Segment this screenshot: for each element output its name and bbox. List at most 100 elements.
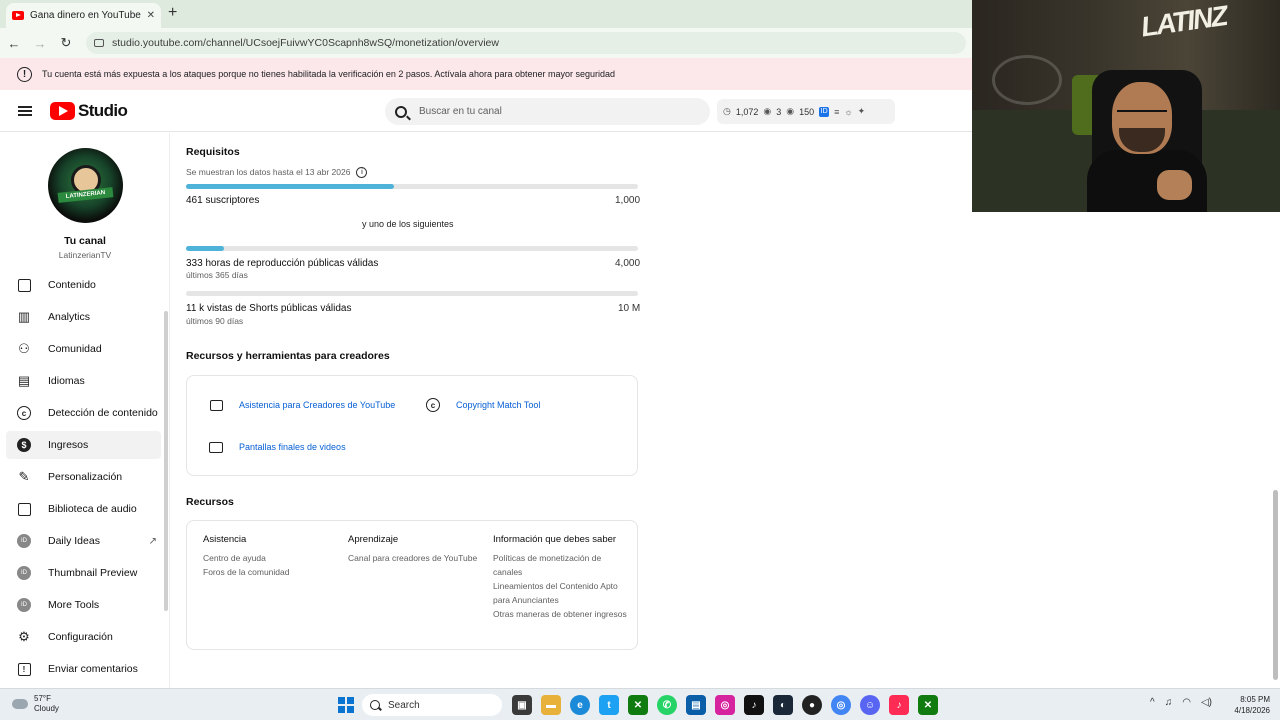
help-center-link[interactable]: Centro de ayuda <box>203 551 333 565</box>
youtube-favicon-icon <box>12 11 24 20</box>
close-tab-icon[interactable]: ✕ <box>147 10 155 21</box>
start-button[interactable] <box>338 697 354 713</box>
clock-time: 8:05 PM <box>1240 695 1270 704</box>
sidebar-item-label: Contenido <box>48 279 96 291</box>
file-explorer-icon[interactable]: ▬ <box>541 695 561 715</box>
creators-channel-link[interactable]: Canal para creadores de YouTube <box>348 551 488 565</box>
wifi-icon[interactable]: ◠ <box>1182 697 1191 708</box>
sidebar-item-label: Biblioteca de audio <box>48 503 137 515</box>
obs-icon[interactable]: ● <box>802 695 822 715</box>
clock-date: 4/18/2026 <box>1234 706 1270 715</box>
sidebar-item-analytics[interactable]: ▥ Analytics <box>6 303 161 331</box>
weather-widget[interactable]: 57°F Cloudy <box>12 694 59 714</box>
copyright-match-link[interactable]: c Copyright Match Tool <box>426 398 540 412</box>
shorts-label: 11 k vistas de Shorts públicas válidas <box>186 303 352 314</box>
feedback-icon: ! <box>16 661 32 677</box>
eye-icon: ◉ <box>786 106 795 116</box>
sidebar-item-thumbnail-preview[interactable]: ID Thumbnail Preview <box>6 559 161 587</box>
alert-text[interactable]: Tu cuenta está más expuesta a los ataque… <box>42 69 615 79</box>
sparkle-icon[interactable]: ✦ <box>858 106 866 117</box>
sidebar-item-label: Enviar comentarios <box>48 663 138 675</box>
tiktok-icon[interactable]: ♪ <box>744 695 764 715</box>
task-view-icon[interactable]: ▣ <box>512 695 532 715</box>
xbox-app-icon[interactable]: ✕ <box>918 695 938 715</box>
page-scrollbar[interactable] <box>1273 490 1278 680</box>
sidebar-item-label: Personalización <box>48 471 123 483</box>
clock[interactable]: 8:05 PM 4/18/2026 <box>1224 694 1270 716</box>
sidebar-item-label: Idiomas <box>48 375 85 387</box>
new-tab-button[interactable]: + <box>168 4 177 22</box>
end-screens-link[interactable]: Pantallas finales de videos <box>209 440 346 454</box>
search-placeholder: Buscar en tu canal <box>419 106 502 117</box>
reload-button[interactable]: ↻ <box>54 35 78 51</box>
sidebar-item-contenido[interactable]: Contenido <box>6 271 161 299</box>
sidebar-item-personalizacion[interactable]: ✎ Personalización <box>6 463 161 491</box>
extension-icon[interactable]: ID <box>819 106 830 117</box>
sidebar-item-biblioteca-audio[interactable]: Biblioteca de audio <box>6 495 161 523</box>
idea-icon[interactable]: ☼ <box>844 107 852 117</box>
sidebar-item-ingresos[interactable]: $ Ingresos <box>6 431 161 459</box>
studio-logo[interactable]: Studio <box>50 101 128 121</box>
weather-desc: Cloudy <box>34 704 59 713</box>
store-icon[interactable]: ▤ <box>686 695 706 715</box>
url-field[interactable]: studio.youtube.com/channel/UCsoejFuivwYC… <box>86 32 966 54</box>
volume-icon[interactable]: ◁) <box>1201 697 1212 708</box>
end-screen-icon <box>209 440 223 454</box>
chrome-icon[interactable]: ◎ <box>831 695 851 715</box>
content-icon <box>16 277 32 293</box>
whatsapp-icon[interactable]: ✆ <box>657 695 677 715</box>
chevron-up-icon[interactable]: ^ <box>1150 697 1155 708</box>
other-earnings-link[interactable]: Otras maneras de obtener ingresos <box>493 607 628 621</box>
instagram-icon[interactable]: ◎ <box>715 695 735 715</box>
steam-icon[interactable]: ◐ <box>773 695 793 715</box>
sidebar-item-enviar-comentarios[interactable]: ! Enviar comentarios <box>6 655 161 683</box>
taskbar-search[interactable]: Search <box>362 694 502 716</box>
watch-hours-progress-fill <box>186 246 224 251</box>
channel-search-input[interactable]: Buscar en tu canal <box>385 98 710 125</box>
external-link-icon: ↗ <box>148 535 157 547</box>
edge-icon[interactable]: e <box>570 695 590 715</box>
advertiser-guidelines-link[interactable]: Lineamientos del Contenido Apto para Anu… <box>493 579 628 607</box>
tiktok-live-icon[interactable]: ♪ <box>889 695 909 715</box>
watch-hours-progress-bar <box>186 246 638 251</box>
date-note-text: Se muestran los datos hasta el 13 abr 20… <box>186 167 351 177</box>
sidebar-item-label: Ingresos <box>48 439 89 451</box>
community-forum-link[interactable]: Foros de la comunidad <box>203 565 333 579</box>
shorts-progress-bar <box>186 291 638 296</box>
site-info-icon[interactable] <box>94 39 104 47</box>
webcam-hand <box>1157 170 1192 200</box>
analytics-icon: ▥ <box>17 309 31 324</box>
sidebar-item-daily-ideas[interactable]: ID Daily Ideas ↗ <box>6 527 161 555</box>
twitter-icon[interactable]: t <box>599 695 619 715</box>
sidebar-item-label: Daily Ideas <box>48 535 100 547</box>
microphone-icon[interactable]: ♫ <box>1165 697 1173 708</box>
sidebar-item-idiomas[interactable]: ▤ Idiomas <box>6 367 161 395</box>
tool-label: Copyright Match Tool <box>456 400 541 410</box>
clock-icon: ◷ <box>723 106 731 116</box>
subscribers-goal: 1,000 <box>615 195 641 206</box>
info-icon[interactable]: i <box>356 167 368 179</box>
sidebar-item-configuracion[interactable]: ⚙ Configuración <box>6 623 161 651</box>
sidebar-item-more-tools[interactable]: ID More Tools <box>6 591 161 619</box>
sidebar-item-label: Comunidad <box>48 343 102 355</box>
extension-stats-bar[interactable]: ◷ 1,072 ◉ 3 ◉ 150 ID ≡ ☼ ✦ <box>717 99 895 124</box>
sidebar-item-label: Configuración <box>48 631 113 643</box>
resources-col-aprendizaje: Aprendizaje Canal para creadores de YouT… <box>348 533 488 565</box>
col-title: Información que debes saber <box>493 534 617 545</box>
sidebar-item-comunidad[interactable]: ⚇ Comunidad <box>6 335 161 363</box>
xbox-icon[interactable]: ✕ <box>628 695 648 715</box>
subscribers-label: 461 suscriptores <box>186 195 260 206</box>
discord-icon[interactable]: ☺ <box>860 695 880 715</box>
channel-avatar[interactable]: LATINZERIAN <box>48 148 123 223</box>
forward-button[interactable]: → <box>28 36 52 51</box>
menu-icon[interactable] <box>18 106 32 116</box>
monetization-policies-link[interactable]: Políticas de monetización de canales <box>493 551 628 579</box>
browser-tab[interactable]: Gana dinero en YouTube - YouTube ✕ <box>6 3 161 28</box>
sidebar-item-label: Thumbnail Preview <box>48 567 138 579</box>
back-button[interactable]: ← <box>2 36 26 51</box>
list-icon[interactable]: ≡ <box>834 107 839 117</box>
sidebar-scrollbar[interactable] <box>164 311 168 611</box>
creator-assistance-link[interactable]: Asistencia para Creadores de YouTube <box>209 398 395 412</box>
sidebar-item-deteccion[interactable]: c Detección de contenido <box>6 399 161 427</box>
weather-text: 57°F Cloudy <box>34 694 59 714</box>
